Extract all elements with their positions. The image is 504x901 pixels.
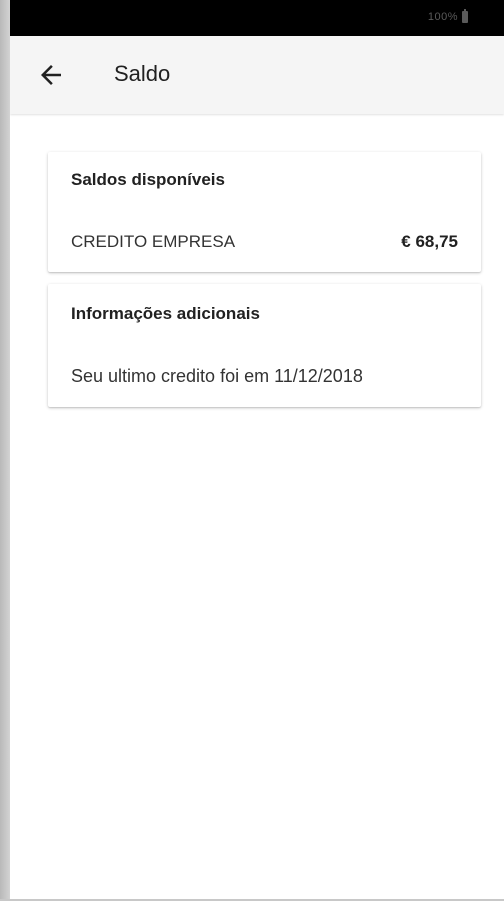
info-card-title: Informações adicionais — [71, 304, 260, 323]
page-title: Saldo — [114, 61, 171, 86]
arrow-back-icon — [41, 65, 61, 85]
back-button[interactable] — [36, 60, 66, 90]
battery-icon — [462, 9, 468, 23]
app-bar: Saldo — [10, 36, 504, 114]
status-bar: 100% — [10, 0, 504, 36]
info-card: Informações adicionais Seu ultimo credit… — [48, 284, 481, 407]
balance-amount: € 68,75 — [401, 232, 458, 251]
last-credit-text: Seu ultimo credito foi em 11/12/2018 — [71, 366, 363, 386]
device-bezel — [0, 0, 10, 901]
balances-card: Saldos disponíveis CREDITO EMPRESA € 68,… — [48, 152, 481, 272]
battery-percentage: 100% — [427, 11, 458, 23]
balance-name: CREDITO EMPRESA — [71, 232, 236, 251]
balances-card-title: Saldos disponíveis — [71, 170, 225, 189]
app-screen: 100% Saldo Saldos disponíveis CREDITO EM… — [10, 0, 504, 899]
